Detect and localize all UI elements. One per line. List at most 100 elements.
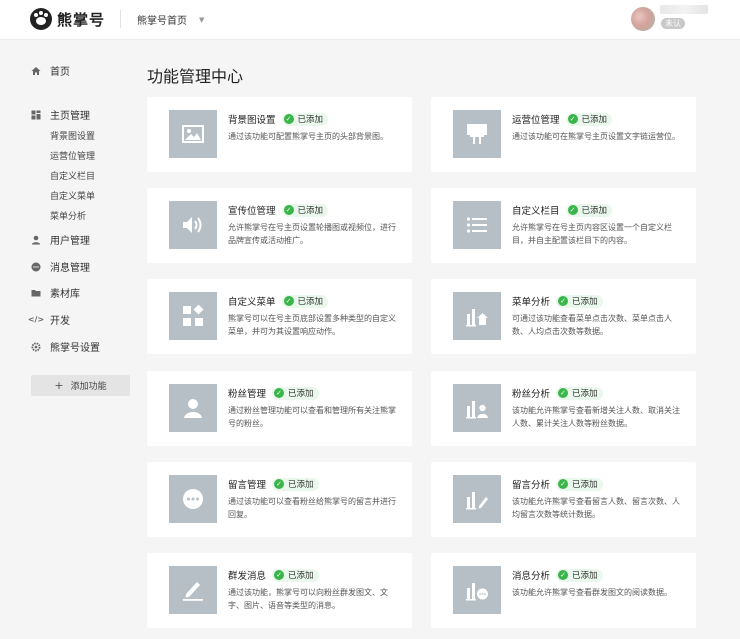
function-card[interactable]: 粉丝管理 ✓ 已添加通过粉丝管理功能可以查看和管理所有关注熊掌号的粉丝。 <box>147 371 412 446</box>
card-title-row: 自定义菜单 ✓ 已添加 <box>228 294 329 308</box>
added-status-badge: ✓ 已添加 <box>556 294 603 308</box>
card-title: 宣传位管理 <box>228 206 276 217</box>
card-title-row: 消息分析 ✓ 已添加 <box>512 568 603 582</box>
function-card[interactable]: 留言管理 ✓ 已添加通过该功能可以查看粉丝给熊掌号的留言并进行回复。 <box>147 462 412 537</box>
chart-message-icon <box>453 566 501 614</box>
sidebar-item-home[interactable]: 首页 <box>31 63 70 78</box>
function-card[interactable]: 群发消息 ✓ 已添加 通过该功能，熊掌号可以向粉丝群发图文、文字、图片、语音等类型的消… <box>147 553 412 628</box>
grid-icon <box>169 292 217 340</box>
gear-icon <box>31 342 41 352</box>
sidebar-sub-custom-menu[interactable]: 自定义菜单 <box>50 189 95 202</box>
avatar[interactable] <box>631 7 655 31</box>
function-card[interactable]: 粉丝分析 ✓ 已添加 该功能允许熊掌号查看新增关注人数、取消关注人数、累计关注人数等粉… <box>431 371 696 446</box>
card-title: 菜单分析 <box>512 297 551 308</box>
dashboard-icon <box>31 110 41 120</box>
add-function-button[interactable]: + 添加功能 <box>31 375 130 396</box>
sidebar-sub-background[interactable]: 背景图设置 <box>50 129 95 142</box>
user-icon <box>169 384 217 432</box>
added-status-label: 已添加 <box>288 571 314 581</box>
added-status-label: 已添加 <box>288 480 314 490</box>
user-icon <box>31 235 41 245</box>
function-card[interactable]: 自定义菜单 ✓ 已添加 熊掌号可以在号主页底部设置多种类型的自定义菜单，并可为其设置响… <box>147 279 412 354</box>
folder-icon <box>31 288 41 298</box>
sidebar-item-label: 主页管理 <box>50 111 90 122</box>
function-card[interactable]: 自定义栏目 ✓ 已添加 允许熊掌号在号主页内容区设置一个自定义栏目，并自主配置该栏目下… <box>431 188 696 263</box>
card-title-row: 菜单分析 ✓ 已添加 <box>512 294 603 308</box>
added-status-label: 已添加 <box>297 297 324 307</box>
card-description: 通过该功能，熊掌号可以向粉丝群发图文、文字、图片、语音等类型的消息。 <box>228 588 388 610</box>
header-divider <box>120 10 121 28</box>
card-title: 留言分析 <box>512 480 551 491</box>
card-title: 粉丝分析 <box>512 389 551 400</box>
chevron-down-icon: ▼ <box>199 15 205 24</box>
check-icon: ✓ <box>558 479 569 489</box>
card-title-row: 留言管理 ✓ 已添加 <box>228 477 319 491</box>
card-description: 通过该功能可在熊掌号主页设置文字链运营位。 <box>512 132 680 141</box>
added-status-badge: ✓ 已添加 <box>272 386 319 400</box>
sidebar: 首页 主页管理 背景图设置 运营位管理 自定义栏目 自定义菜单 菜单分析 用户管… <box>0 41 140 639</box>
card-title: 自定义栏目 <box>512 206 560 217</box>
added-status-badge: ✓ 已添加 <box>281 203 329 217</box>
added-status-badge: ✓ 已添加 <box>556 568 603 582</box>
function-card[interactable]: 消息分析 ✓ 已添加 该功能允许熊掌号查看群发图文的阅读数据。 <box>431 553 696 628</box>
sidebar-item-label: 消息管理 <box>50 263 90 274</box>
page-title: 功能管理中心 <box>147 67 244 86</box>
logo-text: 熊掌号 <box>57 10 106 29</box>
top-header: 熊掌号 熊掌号首页 ▼ 未认 <box>0 0 740 40</box>
sidebar-sub-menu-analysis[interactable]: 菜单分析 <box>50 209 86 222</box>
check-icon: ✓ <box>274 479 285 489</box>
added-status-label: 已添加 <box>288 389 314 399</box>
list-icon <box>453 201 501 249</box>
function-card[interactable]: 留言分析 ✓ 已添加 该功能允许熊掌号查看留言人数、留言次数、人均留言次数等统计数据。 <box>431 462 696 537</box>
edit-icon <box>169 566 217 614</box>
card-title-row: 背景图设置 ✓ 已添加 <box>228 112 329 126</box>
card-title-row: 粉丝管理 ✓ 已添加 <box>228 386 319 400</box>
sidebar-item-label: 熊掌号设置 <box>50 343 100 354</box>
added-status-badge: ✓ 已添加 <box>556 386 603 400</box>
added-status-label: 已添加 <box>297 206 324 216</box>
card-title: 留言管理 <box>228 480 267 491</box>
auth-status-badge: 未认 <box>661 18 685 29</box>
check-icon: ✓ <box>274 388 285 398</box>
added-status-label: 已添加 <box>581 115 608 125</box>
added-status-badge: ✓ 已添加 <box>272 477 319 491</box>
check-icon: ✓ <box>558 570 569 580</box>
check-icon: ✓ <box>558 296 569 306</box>
function-card[interactable]: 宣传位管理 ✓ 已添加允许熊掌号在号主页设置轮播图或视频位，进行品牌宣传或活动推广。 <box>147 188 412 263</box>
user-name-blurred <box>660 5 708 14</box>
function-card[interactable]: 运营位管理 ✓ 已添加通过该功能可在熊掌号主页设置文字链运营位。 <box>431 97 696 172</box>
card-title: 运营位管理 <box>512 115 560 126</box>
sidebar-sub-operation[interactable]: 运营位管理 <box>50 149 95 162</box>
added-status-label: 已添加 <box>572 297 598 307</box>
comment-icon <box>169 475 217 523</box>
check-icon: ✓ <box>283 114 294 124</box>
card-description: 通过该功能可以查看粉丝给熊掌号的留言并进行回复。 <box>228 497 396 519</box>
card-title: 消息分析 <box>512 571 551 582</box>
sidebar-item-dev[interactable]: </> 开发 <box>28 312 70 327</box>
image-icon <box>169 110 217 158</box>
check-icon: ✓ <box>567 114 578 124</box>
speaker-icon <box>169 201 217 249</box>
sidebar-item-settings[interactable]: 熊掌号设置 <box>31 339 100 354</box>
account-switcher[interactable]: 熊掌号首页 ▼ <box>137 12 205 28</box>
sidebar-item-messages[interactable]: 消息管理 <box>31 259 90 274</box>
sidebar-item-materials[interactable]: 素材库 <box>31 285 80 300</box>
card-description: 允许熊掌号在号主页设置轮播图或视频位，进行品牌宣传或活动推广。 <box>228 223 396 245</box>
card-title-row: 宣传位管理 ✓ 已添加 <box>228 203 329 217</box>
added-status-badge: ✓ 已添加 <box>281 112 329 126</box>
logo[interactable]: 熊掌号 <box>30 8 105 30</box>
added-status-badge: ✓ 已添加 <box>281 294 329 308</box>
card-description: 通过该功能可配置熊掌号主页的头部背景图。 <box>228 132 388 141</box>
check-icon: ✓ <box>558 388 569 398</box>
function-card[interactable]: 菜单分析 ✓ 已添加 可通过该功能查看菜单点击次数、菜单点击人数、人均点击次数等数据。 <box>431 279 696 354</box>
added-status-badge: ✓ 已添加 <box>556 477 603 491</box>
check-icon: ✓ <box>283 205 294 215</box>
card-description: 通过粉丝管理功能可以查看和管理所有关注熊掌号的粉丝。 <box>228 406 396 428</box>
sidebar-item-users[interactable]: 用户管理 <box>31 232 90 247</box>
sidebar-item-homepage-mgmt[interactable]: 主页管理 <box>31 107 90 122</box>
added-status-badge: ✓ 已添加 <box>565 112 613 126</box>
function-card[interactable]: 背景图设置 ✓ 已添加通过该功能可配置熊掌号主页的头部背景图。 <box>147 97 412 172</box>
check-icon: ✓ <box>283 296 294 306</box>
sidebar-sub-custom-column[interactable]: 自定义栏目 <box>50 169 95 182</box>
sidebar-item-label: 用户管理 <box>50 236 90 247</box>
